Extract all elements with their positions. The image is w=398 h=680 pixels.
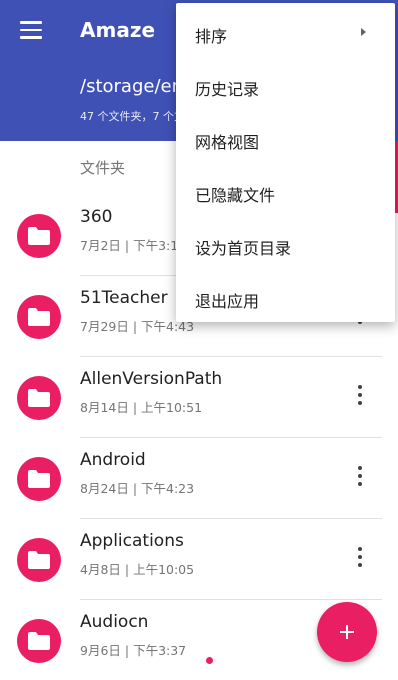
more-vert-icon[interactable] — [350, 464, 370, 488]
list-item[interactable]: Android 8月24日 | 下午4:23 — [0, 438, 398, 519]
page-indicator-dot — [206, 657, 213, 664]
file-date: 7月2日 | 下午3:17 — [80, 238, 187, 253]
file-name: Applications — [80, 531, 184, 551]
menu-item-label: 设为首页目录 — [195, 239, 292, 258]
more-vert-icon[interactable] — [350, 545, 370, 569]
folder-icon — [17, 619, 61, 663]
file-name: AllenVersionPath — [80, 369, 223, 389]
menu-item-label: 网格视图 — [195, 133, 260, 152]
overflow-menu: 排序 历史记录 网格视图 已隐藏文件 设为首页目录 退出应用 — [176, 3, 395, 322]
file-name: 360 — [80, 207, 113, 227]
menu-item-history[interactable]: 历史记录 — [176, 59, 395, 112]
menu-item-hidden-files[interactable]: 已隐藏文件 — [176, 165, 395, 218]
list-item[interactable]: AllenVersionPath 8月14日 | 上午10:51 — [0, 357, 398, 438]
add-icon[interactable] — [317, 602, 377, 662]
folder-icon — [17, 295, 61, 339]
file-date: 8月24日 | 下午4:23 — [80, 481, 195, 496]
hamburger-menu-icon[interactable] — [20, 21, 42, 39]
menu-item-label: 退出应用 — [195, 292, 260, 311]
file-name: Audiocn — [80, 612, 149, 632]
folder-icon — [17, 538, 61, 582]
section-header-folders: 文件夹 — [80, 159, 126, 177]
file-date: 4月8日 | 上午10:05 — [80, 562, 195, 577]
file-date: 8月14日 | 上午10:51 — [80, 400, 203, 415]
app-title: Amaze — [80, 18, 156, 42]
menu-item-exit[interactable]: 退出应用 — [176, 271, 395, 324]
menu-item-label: 已隐藏文件 — [195, 186, 276, 205]
arrow-right-icon — [361, 28, 366, 36]
menu-item-grid-view[interactable]: 网格视图 — [176, 112, 395, 165]
menu-item-label: 历史记录 — [195, 80, 260, 99]
menu-item-sort[interactable]: 排序 — [176, 6, 395, 59]
folder-icon — [17, 376, 61, 420]
file-name: 51Teacher — [80, 288, 168, 308]
more-vert-icon[interactable] — [350, 383, 370, 407]
folder-icon — [17, 457, 61, 501]
list-item[interactable]: Applications 4月8日 | 上午10:05 — [0, 519, 398, 600]
menu-item-label: 排序 — [195, 27, 228, 46]
folder-icon — [17, 214, 61, 258]
menu-item-set-home[interactable]: 设为首页目录 — [176, 218, 395, 271]
file-name: Android — [80, 450, 146, 470]
file-date: 9月6日 | 下午3:37 — [80, 643, 187, 658]
